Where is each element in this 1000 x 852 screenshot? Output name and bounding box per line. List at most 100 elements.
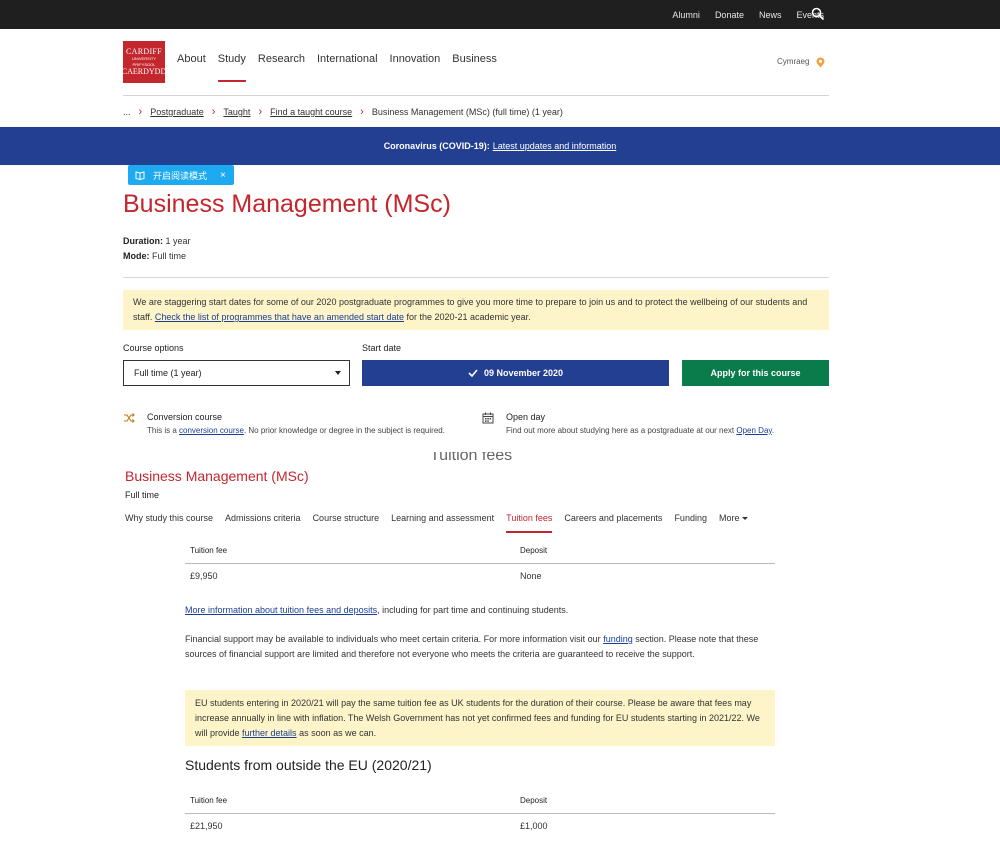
open-day-link[interactable]: Open Day: [736, 426, 771, 435]
duration-label: Duration:: [123, 236, 163, 246]
sticky-course-title: Business Management (MSc): [125, 468, 309, 484]
tab-funding[interactable]: Funding: [674, 513, 707, 523]
conversion-desc-text-1: This is a: [147, 426, 180, 435]
utility-link-news[interactable]: News: [759, 10, 782, 20]
conversion-course-link[interactable]: conversion course: [179, 426, 244, 435]
dragon-icon: [816, 57, 825, 68]
conversion-course-title: Conversion course: [147, 412, 223, 422]
page-title: Business Management (MSc): [123, 190, 451, 218]
book-icon: [135, 171, 145, 180]
tab-more[interactable]: More: [719, 513, 749, 523]
caret-down-icon: [742, 517, 749, 521]
language-switch[interactable]: Cymraeg: [777, 57, 809, 66]
nav-item-research[interactable]: Research: [258, 53, 305, 65]
funding-link[interactable]: funding: [603, 634, 633, 644]
breadcrumb-find-course[interactable]: Find a taught course: [270, 107, 352, 117]
nav-item-study[interactable]: Study: [217, 53, 247, 82]
financial-text-1: Financial support may be available to in…: [185, 634, 604, 644]
reading-mode-button[interactable]: 开启阅读模式 ×: [128, 165, 234, 185]
more-info-paragraph: More information about tuition fees and …: [185, 603, 775, 618]
tab-careers[interactable]: Careers and placements: [564, 513, 662, 523]
mode-value: Full time: [152, 251, 187, 261]
mode-row: Mode: Full time: [123, 251, 186, 261]
fee-table-divider: [185, 563, 775, 564]
course-options-select[interactable]: Full time (1 year): [123, 360, 350, 386]
open-day-title: Open day: [506, 412, 546, 422]
title-divider: [123, 277, 829, 278]
apply-label: Apply for this course: [710, 368, 801, 378]
caret-down-icon: [335, 371, 341, 375]
eu-students-notice: EU students entering in 2020/21 will pay…: [185, 690, 775, 746]
course-tabs: Why study this course Admissions criteri…: [125, 513, 749, 533]
calendar-icon: [482, 412, 494, 424]
further-details-link[interactable]: further details: [242, 728, 297, 738]
tab-learning-assessment[interactable]: Learning and assessment: [391, 513, 494, 523]
breadcrumb-ellipsis[interactable]: ...: [123, 107, 131, 117]
section-heading-overlapped: Tuition fees: [430, 452, 513, 462]
close-icon[interactable]: ×: [220, 170, 226, 181]
chevron-right-icon: ›: [360, 106, 364, 118]
start-date-button[interactable]: 09 November 2020: [362, 360, 669, 386]
eu-notice-text-2: as soon as we can.: [296, 728, 377, 738]
start-date-notice: We are staggering start dates for some o…: [123, 290, 829, 330]
conversion-course-desc: This is a conversion course. No prior kn…: [147, 426, 445, 435]
apply-button[interactable]: Apply for this course: [682, 360, 829, 386]
covid-link[interactable]: Latest updates and information: [493, 141, 617, 151]
covid-label: Coronavirus (COVID-19):: [383, 141, 490, 151]
deposit-value: None: [520, 571, 542, 581]
more-info-text: , including for part time and continuing…: [377, 605, 569, 615]
duration-value: 1 year: [165, 236, 191, 246]
reading-mode-label: 开启阅读模式: [153, 170, 208, 181]
covid-banner: Coronavirus (COVID-19): Latest updates a…: [0, 127, 1000, 165]
start-date-value: 09 November 2020: [483, 368, 564, 378]
course-options-label: Course options: [123, 343, 184, 353]
tab-admissions[interactable]: Admissions criteria: [225, 513, 301, 523]
university-logo[interactable]: CARDIFF UNIVERSITY PRIFYSGOL CAERDYDD: [122, 41, 166, 83]
tab-why-study[interactable]: Why study this course: [125, 513, 213, 523]
tab-tuition-fees[interactable]: Tuition fees: [506, 513, 553, 533]
search-icon[interactable]: [811, 7, 825, 21]
open-day-desc-text-1: Find out more about studying here as a p…: [506, 426, 737, 435]
notice-text-2: for the 2020-21 academic year.: [404, 312, 531, 322]
sticky-course-mode: Full time: [125, 490, 160, 500]
mode-label: Mode:: [123, 251, 150, 261]
deposit-header: Deposit: [520, 546, 548, 555]
open-day-desc: Find out more about studying here as a p…: [506, 426, 774, 435]
logo-line-1: CARDIFF: [126, 47, 162, 56]
breadcrumb-taught[interactable]: Taught: [223, 107, 250, 117]
conversion-desc-text-2: . No prior knowledge or degree in the su…: [243, 426, 445, 435]
fee-value: £9,950: [190, 571, 218, 581]
chevron-right-icon: ›: [258, 106, 263, 118]
check-icon: [468, 369, 478, 377]
nav-item-international[interactable]: International: [317, 53, 378, 65]
outside-fee-table-divider: [185, 813, 775, 814]
tab-more-label: More: [718, 513, 740, 523]
utility-link-alumni[interactable]: Alumni: [672, 10, 700, 20]
more-info-link[interactable]: More information about tuition fees and …: [185, 605, 377, 615]
chevron-right-icon: ›: [211, 106, 216, 118]
breadcrumb-current: Business Management (MSc) (full time) (1…: [371, 107, 563, 117]
shuffle-icon: [124, 413, 135, 423]
nav-item-innovation[interactable]: Innovation: [390, 53, 441, 65]
utility-links: Alumni Donate News Events: [672, 0, 824, 29]
nav-item-about[interactable]: About: [177, 53, 206, 65]
chevron-right-icon: ›: [138, 106, 143, 118]
outside-deposit-value: £1,000: [520, 821, 548, 831]
outside-fee-value: £21,950: [190, 821, 223, 831]
fee-header: Tuition fee: [190, 546, 228, 555]
duration-row: Duration: 1 year: [123, 236, 191, 246]
tab-course-structure[interactable]: Course structure: [313, 513, 380, 523]
course-options-value: Full time (1 year): [134, 368, 202, 378]
utility-link-donate[interactable]: Donate: [715, 10, 744, 20]
breadcrumb: ... › Postgraduate › Taught › Find a tau…: [123, 106, 563, 118]
outside-deposit-header: Deposit: [520, 796, 548, 805]
open-day-desc-text-2: .: [771, 426, 775, 435]
main-navigation: About Study Research International Innov…: [177, 53, 497, 82]
utility-bar: Alumni Donate News Events: [0, 0, 1000, 29]
breadcrumb-postgraduate[interactable]: Postgraduate: [150, 107, 204, 117]
nav-item-business[interactable]: Business: [452, 53, 497, 65]
financial-support-paragraph: Financial support may be available to in…: [185, 632, 775, 662]
outside-eu-heading: Students from outside the EU (2020/21): [185, 757, 432, 773]
start-date-label: Start date: [362, 343, 402, 353]
notice-link[interactable]: Check the list of programmes that have a…: [155, 312, 404, 322]
